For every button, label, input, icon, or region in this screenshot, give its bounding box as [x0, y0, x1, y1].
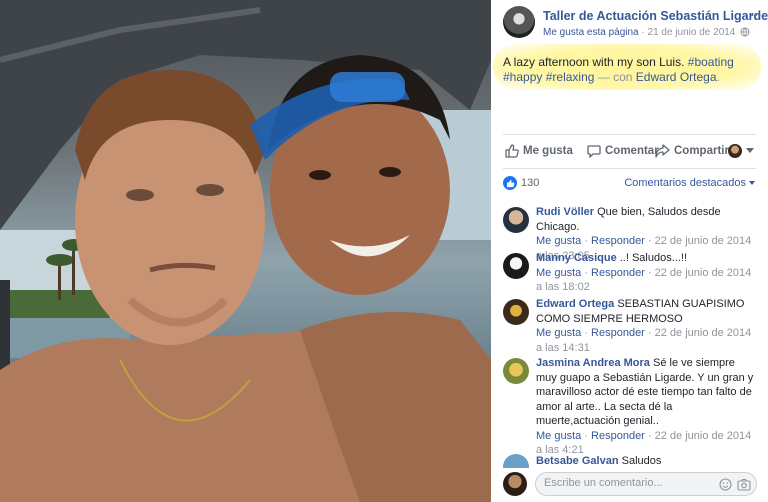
comment-icon — [587, 144, 601, 158]
comment-actions: Me gusta · Responder · 22 de junio de 20… — [536, 327, 752, 354]
post-header: Taller de Actuación Sebastián Ligarde Me… — [503, 6, 768, 46]
comment-like-link[interactable]: Me gusta — [536, 430, 581, 442]
hashtag-relaxing[interactable]: #relaxing — [546, 70, 595, 84]
comment-actions: Me gusta · Responder · 22 de junio de 20… — [536, 266, 752, 294]
comment-actions: Me gusta · Responder · 22 de junio de 20… — [536, 429, 752, 457]
divider — [503, 168, 756, 169]
post-meta: Me gusta esta página · 21 de junio de 20… — [543, 27, 750, 40]
like-page-link[interactable]: Me gusta esta página — [543, 27, 639, 38]
likes-count[interactable]: 130 — [521, 177, 539, 189]
with-text: — con — [597, 70, 633, 84]
share-icon — [655, 144, 670, 158]
comment-body: Betsabe Galvan Saludos — [536, 454, 756, 468]
emoji-icon[interactable] — [719, 478, 732, 491]
comment-button[interactable]: Comentar — [587, 144, 659, 158]
post-panel: Taller de Actuación Sebastián Ligarde Me… — [491, 0, 768, 502]
comment-composer — [503, 470, 759, 498]
divider — [503, 134, 756, 135]
camera-icon[interactable] — [737, 478, 751, 491]
share-button[interactable]: Compartir — [655, 144, 729, 158]
caption-period: . — [716, 70, 720, 84]
comment-reply-link[interactable]: Responder — [591, 267, 645, 279]
comment-body: Edward Ortega SEBASTIAN GUAPISIMO COMO S… — [536, 297, 756, 355]
commenter-avatar[interactable] — [503, 207, 529, 233]
post-caption: A lazy afternoon with my son Luis. #boat… — [503, 55, 753, 85]
commenter-name[interactable]: Betsabe Galvan — [536, 455, 619, 467]
comment-reply-link[interactable]: Responder — [591, 327, 645, 339]
post-stats: 130 Comentarios destacados — [503, 176, 759, 192]
thumbs-up-icon — [505, 144, 519, 158]
commenter-name[interactable]: Rudi Völler — [536, 206, 594, 218]
comment-text: Saludos — [621, 455, 662, 467]
commenter-name[interactable]: Manny Casique — [536, 252, 617, 264]
hashtag-boating[interactable]: #boating — [688, 55, 734, 69]
post-photo[interactable] — [0, 0, 491, 502]
reaction-avatar[interactable] — [728, 144, 742, 158]
comment-text: ..! Saludos...!! — [619, 252, 688, 264]
comment-sort-label: Comentarios destacados — [624, 177, 746, 189]
comment-like-link[interactable]: Me gusta — [536, 235, 581, 247]
hashtag-happy[interactable]: #happy — [503, 70, 542, 84]
more-options-icon[interactable]: ··· — [750, 6, 762, 22]
chevron-down-icon[interactable] — [746, 148, 754, 153]
comment-input[interactable] — [544, 477, 704, 489]
share-label: Compartir — [674, 145, 729, 157]
commenter-avatar[interactable] — [503, 299, 529, 325]
post-actions: Me gusta Comentar Compartir — [503, 142, 756, 162]
like-button[interactable]: Me gusta — [505, 144, 573, 158]
caret-down-icon — [749, 181, 755, 186]
commenter-avatar[interactable] — [503, 358, 529, 384]
post-date[interactable]: 21 de junio de 2014 — [648, 27, 736, 38]
like-label: Me gusta — [523, 145, 573, 157]
globe-icon — [740, 27, 750, 40]
photo-illustration — [0, 0, 491, 502]
tagged-person-link[interactable]: Edward Ortega — [636, 70, 717, 84]
comment-input-box[interactable] — [535, 472, 757, 496]
comment-like-link[interactable]: Me gusta — [536, 267, 581, 279]
commenter-name[interactable]: Edward Ortega — [536, 298, 614, 310]
comment-sort-dropdown[interactable]: Comentarios destacados — [624, 177, 755, 189]
comment-body: Jasmina Andrea Mora Sé le ve siempre muy… — [536, 356, 756, 458]
page-avatar[interactable] — [503, 6, 535, 38]
comment-reply-link[interactable]: Responder — [591, 430, 645, 442]
comment-reply-link[interactable]: Responder — [591, 235, 645, 247]
caption-text: A lazy afternoon with my son Luis. — [503, 55, 685, 69]
like-badge-icon — [503, 176, 517, 190]
commenter-avatar[interactable] — [503, 253, 529, 279]
current-user-avatar — [503, 472, 527, 496]
commenter-name[interactable]: Jasmina Andrea Mora — [536, 357, 650, 369]
commenter-avatar[interactable] — [503, 454, 529, 468]
comment-label: Comentar — [605, 145, 659, 157]
comment-body: Manny Casique ..! Saludos...!! Me gusta … — [536, 251, 756, 295]
page-name-link[interactable]: Taller de Actuación Sebastián Ligarde — [543, 9, 768, 23]
comment-item: Betsabe Galvan Saludos — [503, 454, 759, 468]
comment-like-link[interactable]: Me gusta — [536, 327, 581, 339]
